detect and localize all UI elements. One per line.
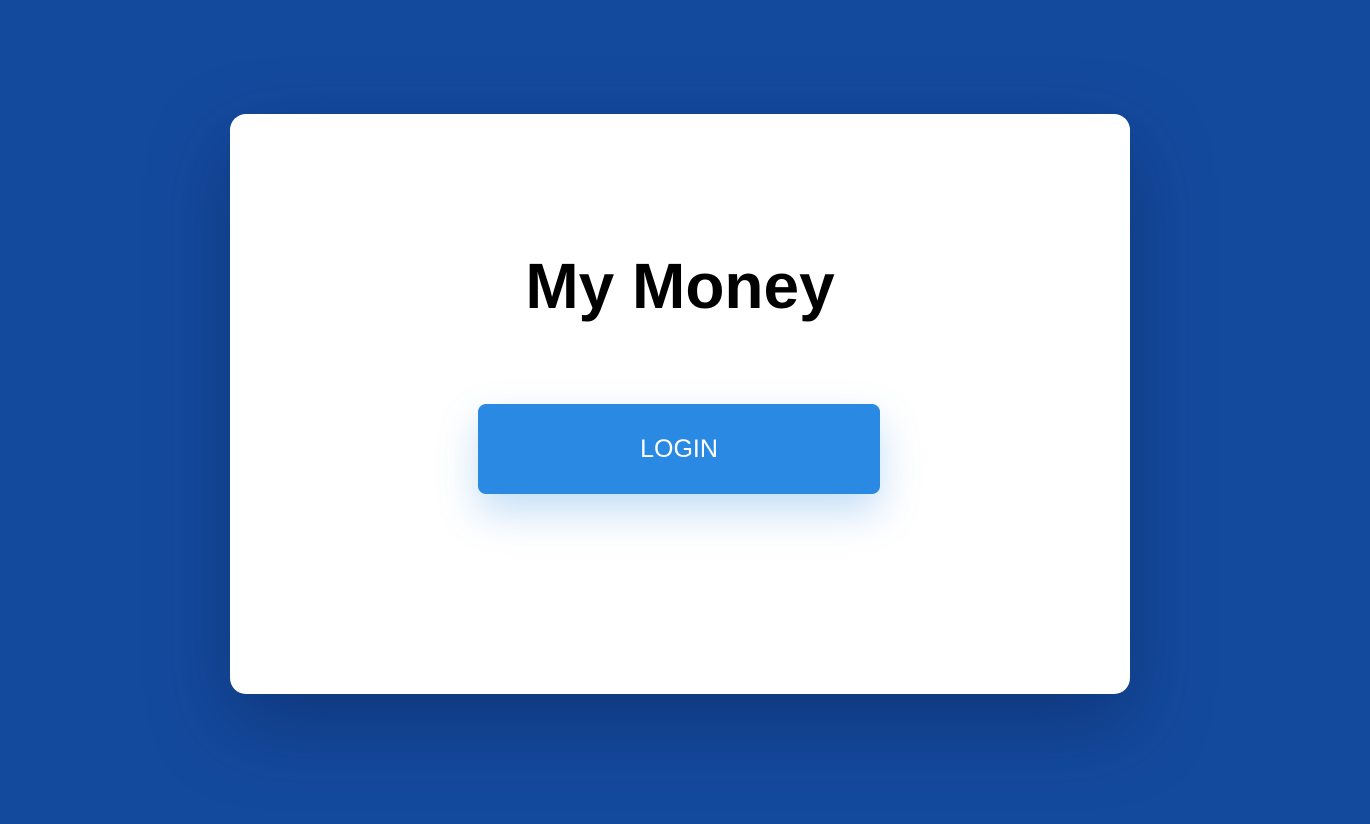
login-button[interactable]: LOGIN <box>478 404 880 494</box>
login-card: My Money LOGIN <box>230 114 1130 694</box>
app-title: My Money <box>525 250 835 322</box>
